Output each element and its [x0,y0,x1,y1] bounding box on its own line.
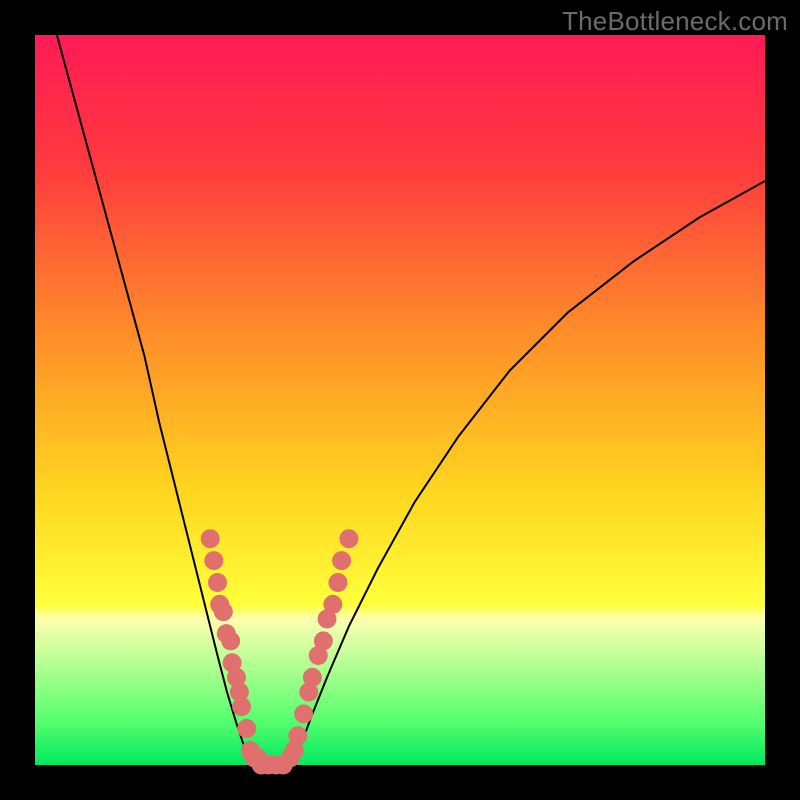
scatter-point [314,631,333,650]
scatter-point [288,726,307,745]
scatter-point [237,719,256,738]
scatter-point [204,551,223,570]
scatter-point [294,704,313,723]
watermark-text: TheBottleneck.com [562,6,788,37]
bottleneck-curve [57,35,765,765]
scatter-points [201,529,359,774]
chart-frame: TheBottleneck.com [0,0,800,800]
scatter-point [214,602,233,621]
scatter-point [208,573,227,592]
scatter-point [232,697,251,716]
curve-layer [35,35,765,765]
scatter-point [201,529,220,548]
scatter-point [328,573,347,592]
scatter-point [303,668,322,687]
scatter-point [339,529,358,548]
scatter-point [323,595,342,614]
bottleneck-curve-path [57,35,765,765]
scatter-point [221,631,240,650]
scatter-point [332,551,351,570]
